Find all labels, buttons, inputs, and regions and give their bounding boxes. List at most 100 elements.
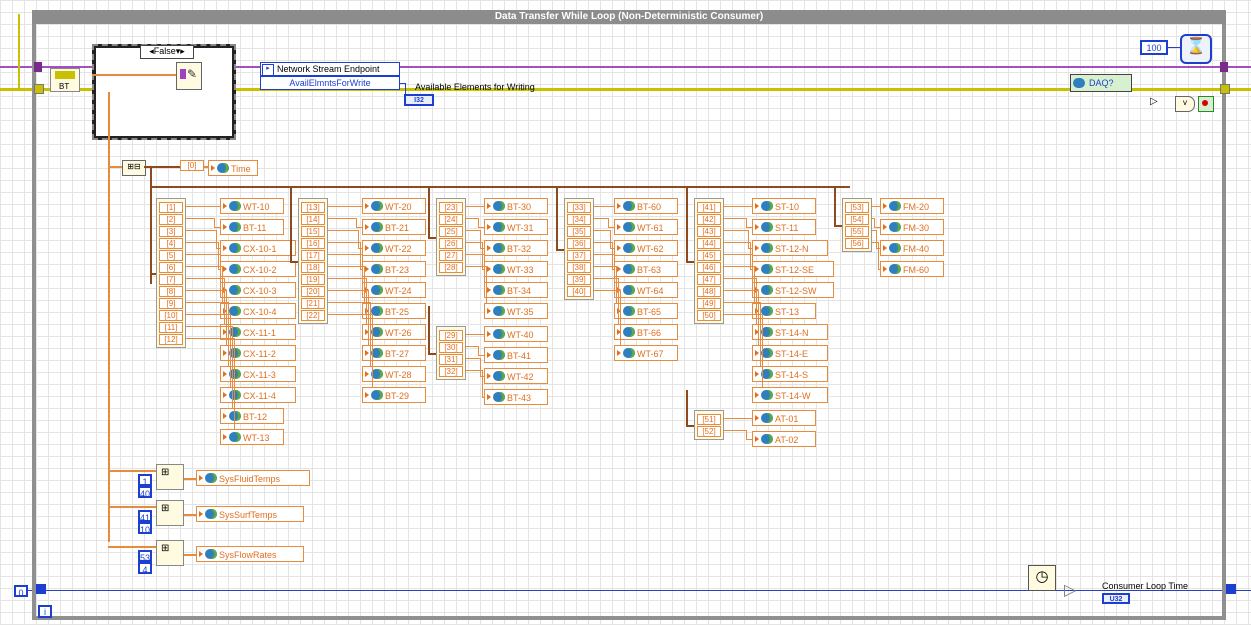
- subset-indicator[interactable]: SysSurfTemps: [196, 506, 304, 522]
- variable-indicator[interactable]: ST-14-E: [752, 345, 828, 361]
- element-index[interactable]: [37]: [567, 250, 591, 261]
- variable-indicator[interactable]: FM-30: [880, 219, 944, 235]
- time-index[interactable]: [0]: [180, 160, 204, 171]
- variable-indicator[interactable]: CX-10-1: [220, 240, 296, 256]
- variable-indicator[interactable]: FM-60: [880, 261, 944, 277]
- variable-indicator[interactable]: CX-10-3: [220, 282, 296, 298]
- case-selector-down-icon[interactable]: ▾▸: [176, 46, 185, 56]
- unbundle-by-name-node[interactable]: [13] [14] [15] [16] [17] [18] [19] [20] [21] [22]: [298, 198, 328, 324]
- element-index[interactable]: [31]: [439, 354, 463, 365]
- element-index[interactable]: [22]: [301, 310, 325, 321]
- subset-indicator[interactable]: SysFluidTemps: [196, 470, 310, 486]
- element-index[interactable]: [11]: [159, 322, 183, 333]
- element-index[interactable]: [39]: [567, 274, 591, 285]
- element-index[interactable]: [27]: [439, 250, 463, 261]
- variable-indicator[interactable]: BT-32: [484, 240, 548, 256]
- variable-indicator[interactable]: WT-31: [484, 219, 548, 235]
- element-index[interactable]: [46]: [697, 262, 721, 273]
- element-index[interactable]: [51]: [697, 414, 721, 425]
- variable-indicator[interactable]: WT-64: [614, 282, 678, 298]
- element-index[interactable]: [5]: [159, 250, 183, 261]
- element-index[interactable]: [48]: [697, 286, 721, 297]
- variable-indicator[interactable]: WT-35: [484, 303, 548, 319]
- unbundle-by-name-node[interactable]: [41] [42] [43] [44] [45] [46] [47] [48] [49] [50]: [694, 198, 724, 324]
- element-index[interactable]: [8]: [159, 286, 183, 297]
- variable-indicator[interactable]: FM-20: [880, 198, 944, 214]
- element-index[interactable]: [15]: [301, 226, 325, 237]
- variable-indicator[interactable]: WT-24: [362, 282, 426, 298]
- array-to-cluster-icon[interactable]: ⊞⊟: [122, 160, 146, 176]
- variable-indicator[interactable]: ST-14-N: [752, 324, 828, 340]
- variable-indicator[interactable]: ST-14-W: [752, 387, 828, 403]
- variable-indicator[interactable]: ST-11: [752, 219, 816, 235]
- network-stream-property-node[interactable]: Network Stream Endpoint: [260, 62, 400, 76]
- clock-icon[interactable]: ◷: [1028, 565, 1056, 591]
- variable-indicator[interactable]: WT-13: [220, 429, 284, 445]
- variable-indicator[interactable]: ST-14-S: [752, 366, 828, 382]
- variable-indicator[interactable]: BT-34: [484, 282, 548, 298]
- time-indicator[interactable]: Time: [208, 160, 258, 176]
- variable-indicator[interactable]: WT-20: [362, 198, 426, 214]
- case-selector[interactable]: ◂False▾▸: [140, 45, 194, 59]
- unbundle-by-name-node[interactable]: [1] [2] [3] [4] [5] [6] [7] [8] [9] [10] [11] [12]: [156, 198, 186, 348]
- subset-start-constant[interactable]: 41: [138, 510, 152, 523]
- element-index[interactable]: [23]: [439, 202, 463, 213]
- wait-constant[interactable]: 100: [1140, 40, 1168, 55]
- variable-indicator[interactable]: BT-23: [362, 261, 426, 277]
- stream-property[interactable]: AvailElmntsForWrite: [260, 76, 400, 90]
- element-index[interactable]: [10]: [159, 310, 183, 321]
- variable-indicator[interactable]: WT-42: [484, 368, 548, 384]
- subset-length-constant[interactable]: 40: [138, 486, 152, 499]
- array-subset-node[interactable]: ⊞: [156, 464, 184, 490]
- element-index[interactable]: [16]: [301, 238, 325, 249]
- element-index[interactable]: [12]: [159, 334, 183, 345]
- variable-indicator[interactable]: BT-65: [614, 303, 678, 319]
- available-elements-indicator[interactable]: I32: [404, 94, 434, 106]
- subset-indicator[interactable]: SysFlowRates: [196, 546, 304, 562]
- variable-indicator[interactable]: AT-02: [752, 431, 816, 447]
- element-index[interactable]: [35]: [567, 226, 591, 237]
- variable-indicator[interactable]: BT-12: [220, 408, 284, 424]
- subset-length-constant[interactable]: 10: [138, 522, 152, 535]
- element-index[interactable]: [2]: [159, 214, 183, 225]
- variable-indicator[interactable]: BT-41: [484, 347, 548, 363]
- element-index[interactable]: [17]: [301, 250, 325, 261]
- metronome-icon[interactable]: ⌛: [1180, 34, 1212, 64]
- shift-register-iteration-right[interactable]: [1226, 584, 1236, 594]
- variable-indicator[interactable]: ST-12-SW: [752, 282, 834, 298]
- unbundle-node[interactable]: BT: [50, 68, 80, 92]
- element-index[interactable]: [14]: [301, 214, 325, 225]
- element-index[interactable]: [13]: [301, 202, 325, 213]
- shift-register-right[interactable]: [1220, 62, 1228, 72]
- element-index[interactable]: [3]: [159, 226, 183, 237]
- array-subset-node[interactable]: ⊞: [156, 540, 184, 566]
- variable-indicator[interactable]: WT-61: [614, 219, 678, 235]
- element-index[interactable]: [45]: [697, 250, 721, 261]
- unbundle-by-name-node[interactable]: [23] [24] [25] [26] [27] [28]: [436, 198, 466, 276]
- subtract-icon[interactable]: ▷: [1064, 580, 1082, 600]
- variable-indicator[interactable]: ST-12-SE: [752, 261, 834, 277]
- element-index[interactable]: [42]: [697, 214, 721, 225]
- shift-register-iteration[interactable]: [36, 584, 46, 594]
- element-index[interactable]: [43]: [697, 226, 721, 237]
- element-index[interactable]: [6]: [159, 262, 183, 273]
- element-index[interactable]: [4]: [159, 238, 183, 249]
- variable-indicator[interactable]: BT-21: [362, 219, 426, 235]
- variable-indicator[interactable]: AT-01: [752, 410, 816, 426]
- element-index[interactable]: [47]: [697, 274, 721, 285]
- loop-time-indicator[interactable]: U32: [1102, 593, 1130, 604]
- element-index[interactable]: [1]: [159, 202, 183, 213]
- element-index[interactable]: [38]: [567, 262, 591, 273]
- element-index[interactable]: [55]: [845, 226, 869, 237]
- variable-indicator[interactable]: BT-30: [484, 198, 548, 214]
- element-index[interactable]: [7]: [159, 274, 183, 285]
- element-index[interactable]: [56]: [845, 238, 869, 249]
- variable-indicator[interactable]: FM-40: [880, 240, 944, 256]
- element-index[interactable]: [28]: [439, 262, 463, 273]
- variable-indicator[interactable]: BT-63: [614, 261, 678, 277]
- subset-length-constant[interactable]: 4: [138, 562, 152, 575]
- unbundle-by-name-node[interactable]: [53] [54] [55] [56]: [842, 198, 872, 252]
- element-index[interactable]: [20]: [301, 286, 325, 297]
- variable-indicator[interactable]: BT-60: [614, 198, 678, 214]
- variable-indicator[interactable]: BT-29: [362, 387, 426, 403]
